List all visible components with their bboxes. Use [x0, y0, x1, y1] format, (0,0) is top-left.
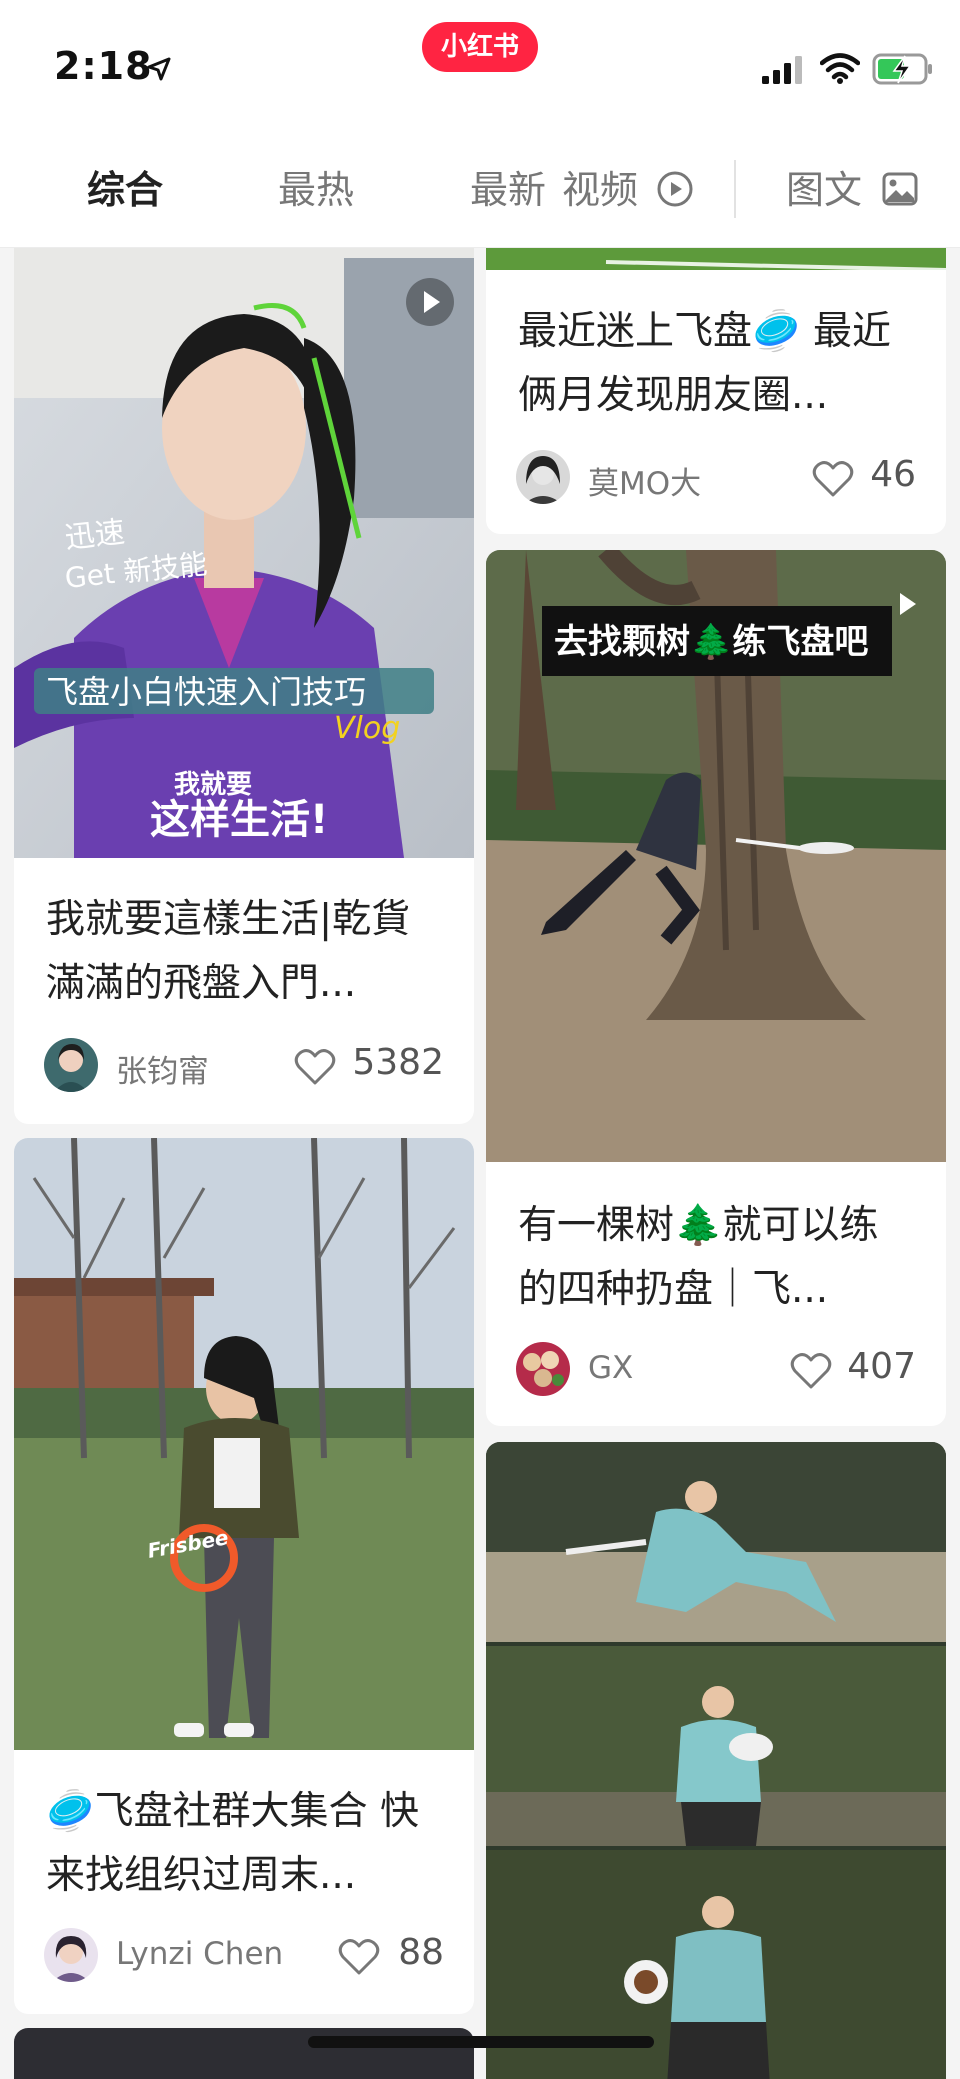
tab-zuixin[interactable]: 最新: [470, 166, 546, 214]
overlay-text: 去找颗树🌲练飞盘吧: [554, 622, 868, 662]
author-name[interactable]: Lynzi Chen: [116, 1936, 283, 1972]
wifi-icon: [820, 53, 860, 84]
avatar[interactable]: [516, 450, 570, 504]
like-count: 88: [398, 1932, 444, 1973]
note-card[interactable]: [486, 1442, 946, 2079]
tab-video[interactable]: 视频: [562, 166, 638, 214]
card-footer: 莫MO大 46: [516, 450, 916, 506]
overlay-text: 这样生活!: [150, 797, 328, 843]
tab-divider: [734, 160, 736, 218]
video-play-icon: [900, 593, 916, 615]
video-play-icon: [406, 278, 454, 326]
note-card[interactable]: Frisbee 🥏飞盘社群大集合 快来找组织过周末... Lynzi Chen …: [14, 1138, 474, 2014]
card-title[interactable]: 有一棵树🌲就可以练的四种扔盘｜飞...: [518, 1194, 916, 1322]
card-title[interactable]: 🥏飞盘社群大集合 快来找组织过周末...: [46, 1780, 444, 1908]
filter-tabs: 综合 最热 最新 视频 图文: [0, 130, 960, 248]
status-time: 2:18: [54, 44, 153, 88]
card-cover-image[interactable]: [486, 1442, 946, 2079]
like-count: 5382: [352, 1042, 444, 1083]
like-count: 46: [870, 454, 916, 495]
card-footer: GX 407: [516, 1342, 916, 1398]
app-badge[interactable]: 小红书: [422, 22, 538, 72]
avatar[interactable]: [44, 1928, 98, 1982]
card-cover-image[interactable]: Frisbee: [14, 1138, 474, 1750]
play-circle-icon[interactable]: [656, 170, 694, 208]
tab-zuire[interactable]: 最热: [278, 166, 354, 214]
author-name[interactable]: 莫MO大: [588, 458, 701, 503]
heart-icon[interactable]: [790, 1352, 832, 1390]
app-screen: 2:18 小红书 综合 最热 最新 视频 图文 迅速 Get 新技能 飞盘小白快…: [0, 0, 960, 2079]
overlay-text: Vlog: [334, 711, 400, 746]
avatar[interactable]: [516, 1342, 570, 1396]
card-title[interactable]: 我就要這樣生活|乾貨滿滿的飛盤入門...: [46, 888, 444, 1016]
author-name[interactable]: GX: [588, 1350, 633, 1386]
heart-icon[interactable]: [294, 1048, 336, 1086]
image-icon[interactable]: [882, 172, 918, 206]
note-card[interactable]: 最近迷上飞盘🥏 最近俩月发现朋友圈... 莫MO大 46: [486, 248, 946, 534]
note-card[interactable]: 去找颗树🌲练飞盘吧 有一棵树🌲就可以练的四种扔盘｜飞... GX 407: [486, 550, 946, 1426]
card-cover-image[interactable]: 迅速 Get 新技能 飞盘小白快速入门技巧 Vlog 我就要 这样生活!: [14, 248, 474, 858]
note-card[interactable]: 迅速 Get 新技能 飞盘小白快速入门技巧 Vlog 我就要 这样生活! 我就要…: [14, 248, 474, 1124]
card-cover-image[interactable]: [486, 248, 946, 270]
battery-charging-icon: [872, 53, 932, 85]
card-cover-image[interactable]: 去找颗树🌲练飞盘吧: [486, 550, 946, 1162]
card-footer: 张钧甯 5382: [44, 1038, 444, 1094]
cellular-signal-icon: [762, 56, 802, 84]
heart-icon[interactable]: [338, 1938, 380, 1976]
overlay-text: 迅速: [63, 515, 126, 556]
tab-tuwen[interactable]: 图文: [786, 166, 862, 214]
location-arrow-icon: [147, 57, 171, 81]
overlay-text: 飞盘小白快速入门技巧: [46, 673, 366, 711]
avatar[interactable]: [44, 1038, 98, 1092]
author-name[interactable]: 张钧甯: [116, 1046, 209, 1091]
like-count: 407: [847, 1346, 916, 1387]
home-indicator[interactable]: [308, 2036, 654, 2048]
heart-icon[interactable]: [812, 460, 854, 498]
status-bar: 2:18 小红书: [0, 0, 960, 130]
tab-zonghe[interactable]: 综合: [87, 166, 163, 214]
card-footer: Lynzi Chen 88: [44, 1928, 444, 1984]
overlay-text: 我就要: [174, 770, 252, 800]
card-title[interactable]: 最近迷上飞盘🥏 最近俩月发现朋友圈...: [518, 300, 916, 428]
